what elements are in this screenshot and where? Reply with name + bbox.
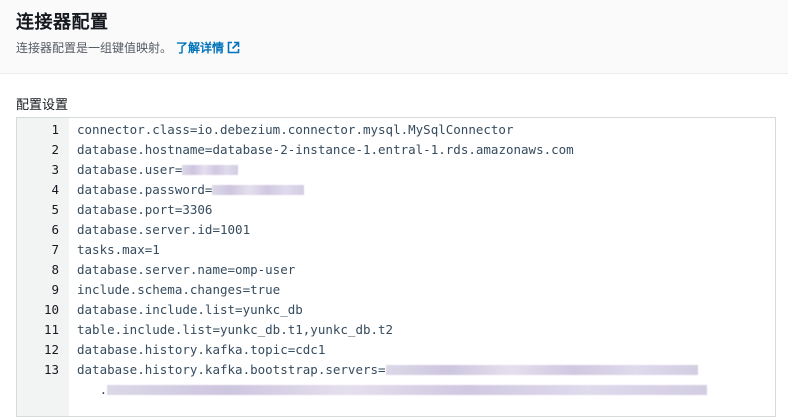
description-text: 连接器配置是一组键值映射。 <box>16 41 173 55</box>
code-text: database.password= <box>77 180 305 200</box>
line-number: 7 <box>51 242 59 257</box>
code-text: database.hostname=database-2-instance-1.… <box>77 140 574 160</box>
redacted-value <box>385 365 698 375</box>
code-line[interactable]: 5 database.port=3306 <box>17 200 775 220</box>
config-editor[interactable]: 1 connector.class=io.debezium.connector.m… <box>16 117 776 417</box>
code-text-prefix: . <box>77 382 108 397</box>
code-line[interactable]: 1 connector.class=io.debezium.connector.m… <box>17 120 775 140</box>
code-line[interactable]: 3 database.user= <box>17 160 775 180</box>
code-text-prefix: table.include.list=yunkc_db.t1,yunkc_db.… <box>77 322 394 337</box>
page-title: 连接器配置 <box>16 12 109 32</box>
config-settings-label: 配置设置 <box>16 97 69 112</box>
page-header: 连接器配置 连接器配置是一组键值映射。 了解详情 <box>0 0 788 74</box>
code-text: database.server.name=omp-user <box>77 260 295 280</box>
code-text: . <box>77 380 708 400</box>
code-text: table.include.list=yunkc_db.t1,yunkc_db.… <box>77 320 393 340</box>
code-text-prefix: database.server.name=omp-user <box>77 262 296 277</box>
code-text: database.history.kafka.bootstrap.servers… <box>77 360 698 380</box>
code-text: database.port=3306 <box>77 200 212 220</box>
line-number: 6 <box>51 222 59 237</box>
redacted-value <box>107 385 708 395</box>
code-text: include.schema.changes=true <box>77 280 280 300</box>
line-number: 2 <box>51 142 59 157</box>
code-text-prefix: database.port=3306 <box>77 202 213 217</box>
line-number: 12 <box>43 342 59 357</box>
code-line[interactable]: 8 database.server.name=omp-user <box>17 260 775 280</box>
line-number: 3 <box>51 162 59 177</box>
code-text-prefix: database.history.kafka.bootstrap.servers… <box>77 362 386 377</box>
code-line[interactable]: 13 database.history.kafka.bootstrap.serve… <box>17 360 775 380</box>
code-line[interactable]: 2 database.hostname=database-2-instance-1… <box>17 140 775 160</box>
code-line[interactable]: 7 tasks.max=1 <box>17 240 775 260</box>
code-line[interactable]: 12 database.history.kafka.topic=cdc1 <box>17 340 775 360</box>
code-line[interactable]: . <box>17 380 775 400</box>
code-text: database.history.kafka.topic=cdc1 <box>77 340 325 360</box>
code-line[interactable]: 9 include.schema.changes=true <box>17 280 775 300</box>
code-text: connector.class=io.debezium.connector.my… <box>77 120 514 140</box>
learn-more-label: 了解详情 <box>176 41 225 55</box>
external-link-icon <box>227 41 240 54</box>
line-number: 9 <box>51 282 59 297</box>
line-number: 8 <box>51 262 59 277</box>
page-description: 连接器配置是一组键值映射。 了解详情 <box>16 39 240 56</box>
code-text-prefix: database.server.id=1001 <box>77 222 251 237</box>
code-line[interactable]: 6 database.server.id=1001 <box>17 220 775 240</box>
line-number: 11 <box>43 322 59 337</box>
code-text-prefix: database.hostname=database-2-instance-1. <box>77 142 379 157</box>
line-number: 1 <box>51 122 59 137</box>
code-text-prefix: tasks.max=1 <box>77 242 160 257</box>
redacted-value <box>212 185 305 195</box>
code-text-prefix: database.include.list=yunkc_db <box>77 302 303 317</box>
code-text-prefix: connector.class=io.debezium.connector.my… <box>77 122 514 137</box>
code-line[interactable]: 11 table.include.list=yunkc_db.t1,yunkc_d… <box>17 320 775 340</box>
line-number: 4 <box>51 182 59 197</box>
code-text-prefix: include.schema.changes=true <box>77 282 281 297</box>
code-text-suffix: entral-1.rds.amazonaws.com <box>378 142 574 157</box>
code-text: database.server.id=1001 <box>77 220 250 240</box>
code-line[interactable]: 10 database.include.list=yunkc_db <box>17 300 775 320</box>
learn-more-link[interactable]: 了解详情 <box>176 41 240 55</box>
code-text: database.include.list=yunkc_db <box>77 300 303 320</box>
line-number: 13 <box>43 362 59 377</box>
code-text-prefix: database.password= <box>77 182 213 197</box>
code-text: database.user= <box>77 160 239 180</box>
code-line[interactable]: 4 database.password= <box>17 180 775 200</box>
line-number: 10 <box>43 302 59 317</box>
redacted-value <box>182 165 239 175</box>
code-text: tasks.max=1 <box>77 240 160 260</box>
line-number: 5 <box>51 202 59 217</box>
code-text-prefix: database.user= <box>77 162 183 177</box>
code-text-prefix: database.history.kafka.topic=cdc1 <box>77 342 326 357</box>
